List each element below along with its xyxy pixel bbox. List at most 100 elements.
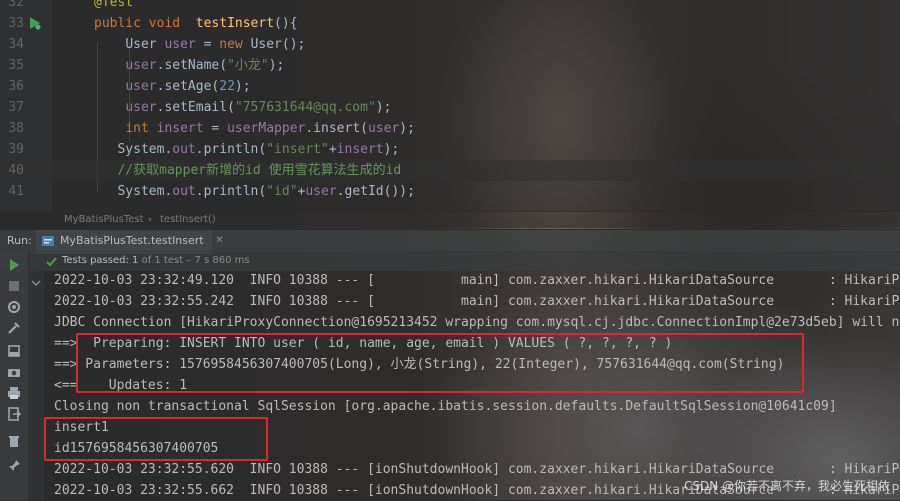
code-line[interactable]: 35 user.setName("小龙");	[0, 55, 900, 76]
test-status-text: Tests passed: 1 of 1 test – 7 s 860 ms	[62, 251, 250, 271]
code-text: @Test	[94, 0, 133, 13]
rerun-icon[interactable]	[6, 257, 22, 273]
code-token: );	[383, 142, 400, 157]
code-token: user	[125, 58, 157, 73]
line-number: 33	[8, 16, 24, 31]
code-text: System.out.println("insert"+insert);	[94, 139, 399, 160]
highlight-output-box	[44, 417, 268, 461]
run-label: Run:	[7, 234, 32, 247]
code-line[interactable]: 40 //获取mapper新增的id 使用雪花算法生成的id	[0, 160, 900, 181]
breadcrumb-method[interactable]: testInsert()	[160, 211, 216, 228]
print-icon[interactable]	[6, 385, 22, 401]
code-token: =	[203, 37, 220, 52]
code-line[interactable]: 34 User user = new User();	[0, 34, 900, 55]
code-token: insert	[156, 121, 212, 136]
fold-column	[28, 271, 44, 500]
code-token: User	[125, 37, 165, 52]
line-number: 40	[8, 163, 24, 178]
junit-icon	[42, 236, 54, 246]
tests-passed-label: Tests passed: 1	[62, 255, 139, 266]
screenshot-icon[interactable]	[6, 364, 22, 380]
code-token: user	[305, 184, 337, 199]
close-icon[interactable]: ✕	[215, 230, 223, 252]
code-token: .setName(	[156, 58, 228, 73]
exit-icon[interactable]	[6, 406, 22, 422]
console-output[interactable]: 2022-10-03 23:32:49.120 INFO 10388 --- […	[44, 271, 900, 500]
code-text: User user = new User();	[94, 34, 305, 55]
code-token: System.	[117, 142, 173, 157]
code-token: .println(	[195, 142, 267, 157]
tests-icon[interactable]	[6, 299, 22, 315]
code-token: .println(	[195, 184, 267, 199]
code-text: user.setEmail("757631644@qq.com");	[94, 97, 391, 118]
code-text: public void testInsert(){	[94, 13, 298, 34]
code-token: .setAge(	[156, 79, 220, 94]
watermark: CSDN @你若不离不弃，我必生死相依	[683, 479, 890, 493]
code-token: );	[268, 58, 285, 73]
code-token: void	[148, 16, 188, 31]
code-token: 22	[219, 79, 235, 94]
line-number: 32	[8, 0, 24, 10]
line-number: 39	[8, 142, 24, 157]
breadcrumb: MyBatisPlusTest › testInsert()	[0, 211, 900, 228]
settings-icon[interactable]	[6, 320, 22, 336]
console-line: JDBC Connection [HikariProxyConnection@1…	[54, 315, 900, 330]
code-token: .setEmail(	[156, 100, 235, 115]
code-token: "小龙"	[227, 58, 269, 73]
code-line[interactable]: 36 user.setAge(22);	[0, 76, 900, 97]
line-number: 36	[8, 79, 24, 94]
breadcrumb-class[interactable]: MyBatisPlusTest	[64, 211, 144, 228]
highlight-sql-box	[76, 333, 804, 393]
code-token: );	[234, 79, 251, 94]
code-token: .insert(	[305, 121, 368, 136]
check-icon	[46, 257, 57, 267]
stop-icon[interactable]	[6, 278, 22, 294]
code-line[interactable]: 39 System.out.println("insert"+insert);	[0, 139, 900, 160]
chevron-down-icon[interactable]	[31, 278, 41, 288]
code-token: new	[219, 37, 251, 52]
run-test-icon[interactable]	[28, 16, 42, 30]
code-token: =	[211, 121, 228, 136]
code-token: );	[399, 121, 415, 136]
code-token: System.	[117, 184, 173, 199]
code-token: "757631644@qq.com"	[234, 100, 376, 115]
code-text: //获取mapper新增的id 使用雪花算法生成的id	[94, 160, 401, 181]
code-token: (){	[274, 16, 298, 31]
code-token: out	[172, 184, 196, 199]
code-editor[interactable]: 32 @Test 33 public void testInsert(){34 Use…	[0, 0, 900, 212]
delete-icon[interactable]	[6, 433, 22, 449]
code-line[interactable]: 37 user.setEmail("757631644@qq.com");	[0, 97, 900, 118]
code-line[interactable]: 41 System.out.println("id"+user.getId())…	[0, 181, 900, 202]
code-token: "id"	[266, 184, 298, 199]
test-status-bar: Tests passed: 1 of 1 test – 7 s 860 ms	[0, 251, 900, 271]
code-line[interactable]: 38 int insert = userMapper.insert(user);	[0, 118, 900, 139]
code-text: System.out.println("id"+user.getId());	[94, 181, 414, 202]
tests-passed-detail: of 1 test – 7 s 860 ms	[138, 255, 250, 266]
code-token: out	[172, 142, 196, 157]
code-line[interactable]: 33 public void testInsert(){	[0, 13, 900, 34]
code-token: userMapper	[227, 121, 306, 136]
pin-icon[interactable]	[6, 458, 22, 474]
line-number: 41	[8, 184, 24, 199]
code-token: +	[328, 142, 337, 157]
code-text: user.setName("小龙");	[94, 55, 284, 76]
run-toolbar: Run: MyBatisPlusTest.testInsert ✕	[0, 229, 900, 254]
code-token: user	[125, 100, 157, 115]
code-token: //获取mapper新增的id 使用雪花算法生成的id	[117, 163, 402, 178]
code-line[interactable]: 32 @Test	[0, 0, 900, 13]
layout-icon[interactable]	[6, 343, 22, 359]
code-token: user	[367, 121, 400, 136]
code-token: @Test	[94, 0, 134, 10]
code-token: User();	[250, 37, 306, 52]
code-token: );	[375, 100, 392, 115]
line-number: 37	[8, 100, 24, 115]
